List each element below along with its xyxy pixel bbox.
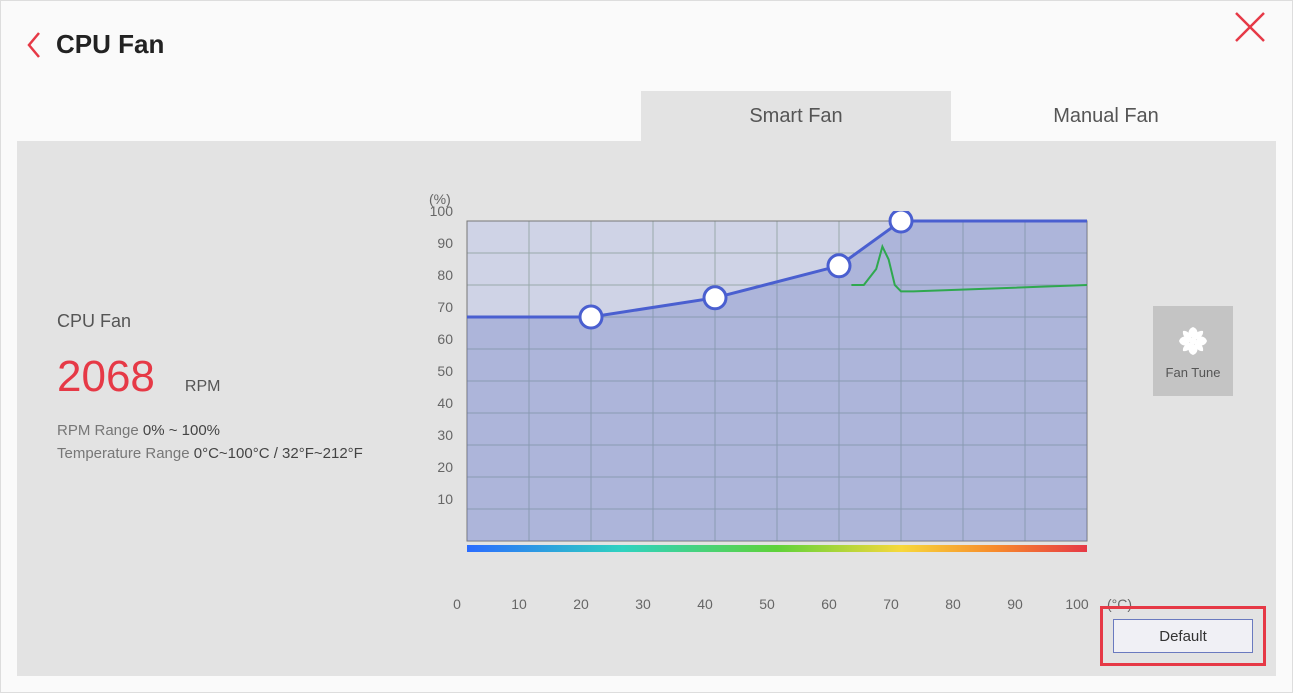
rpm-row: 2068 RPM [57, 352, 387, 402]
content-panel: CPU Fan 2068 RPM RPM Range 0% ~ 100% Tem… [17, 141, 1276, 676]
default-button[interactable]: Default [1113, 619, 1253, 653]
rpm-range-value: 0% ~ 100% [143, 422, 220, 439]
y-tick: 80 [421, 267, 453, 283]
y-tick: 10 [421, 491, 453, 507]
x-tick: 0 [442, 596, 472, 612]
fan-curve-chart: (%) (°C) 102030405060708090100 010203040… [417, 191, 1117, 611]
temp-range: Temperature Range 0°C~100°C / 32°F~212°F [57, 445, 387, 462]
header-bar: CPU Fan [1, 1, 1292, 91]
x-tick: 100 [1062, 596, 1092, 612]
x-tick: 60 [814, 596, 844, 612]
tab-manual-fan[interactable]: Manual Fan [951, 91, 1261, 141]
y-tick: 100 [421, 203, 453, 219]
temp-range-label: Temperature Range [57, 445, 190, 462]
x-tick: 20 [566, 596, 596, 612]
y-tick: 60 [421, 331, 453, 347]
y-tick: 20 [421, 459, 453, 475]
curve-control-point[interactable] [580, 306, 602, 328]
x-tick: 70 [876, 596, 906, 612]
y-tick: 70 [421, 299, 453, 315]
y-tick: 40 [421, 395, 453, 411]
close-icon [1232, 9, 1268, 45]
x-tick: 40 [690, 596, 720, 612]
back-button[interactable] [25, 31, 55, 61]
close-button[interactable] [1232, 9, 1272, 49]
rpm-range-label: RPM Range [57, 422, 139, 439]
y-tick: 90 [421, 235, 453, 251]
x-tick: 80 [938, 596, 968, 612]
y-tick: 30 [421, 427, 453, 443]
fan-stats: CPU Fan 2068 RPM RPM Range 0% ~ 100% Tem… [57, 311, 387, 462]
page-title: CPU Fan [56, 29, 164, 60]
app-window: CPU Fan Smart Fan Manual Fan CPU Fan 206… [0, 0, 1293, 693]
x-tick: 30 [628, 596, 658, 612]
chart-canvas[interactable] [457, 211, 1097, 591]
y-tick: 50 [421, 363, 453, 379]
fan-icon [1175, 323, 1211, 359]
mode-tabs: Smart Fan Manual Fan [641, 91, 1261, 141]
temp-range-value: 0°C~100°C / 32°F~212°F [194, 445, 363, 462]
fan-tune-label: Fan Tune [1166, 365, 1221, 380]
fan-name-label: CPU Fan [57, 311, 387, 332]
x-tick: 10 [504, 596, 534, 612]
tab-smart-fan[interactable]: Smart Fan [641, 91, 951, 141]
fan-tune-button[interactable]: Fan Tune [1153, 306, 1233, 396]
rpm-unit: RPM [185, 378, 221, 396]
chevron-left-icon [25, 31, 43, 59]
curve-control-point[interactable] [828, 255, 850, 277]
default-button-highlight: Default [1100, 606, 1266, 666]
rpm-value: 2068 [57, 352, 155, 402]
x-tick: 90 [1000, 596, 1030, 612]
curve-control-point[interactable] [704, 287, 726, 309]
curve-control-point[interactable] [890, 211, 912, 232]
rpm-range: RPM Range 0% ~ 100% [57, 422, 387, 439]
x-tick: 50 [752, 596, 782, 612]
